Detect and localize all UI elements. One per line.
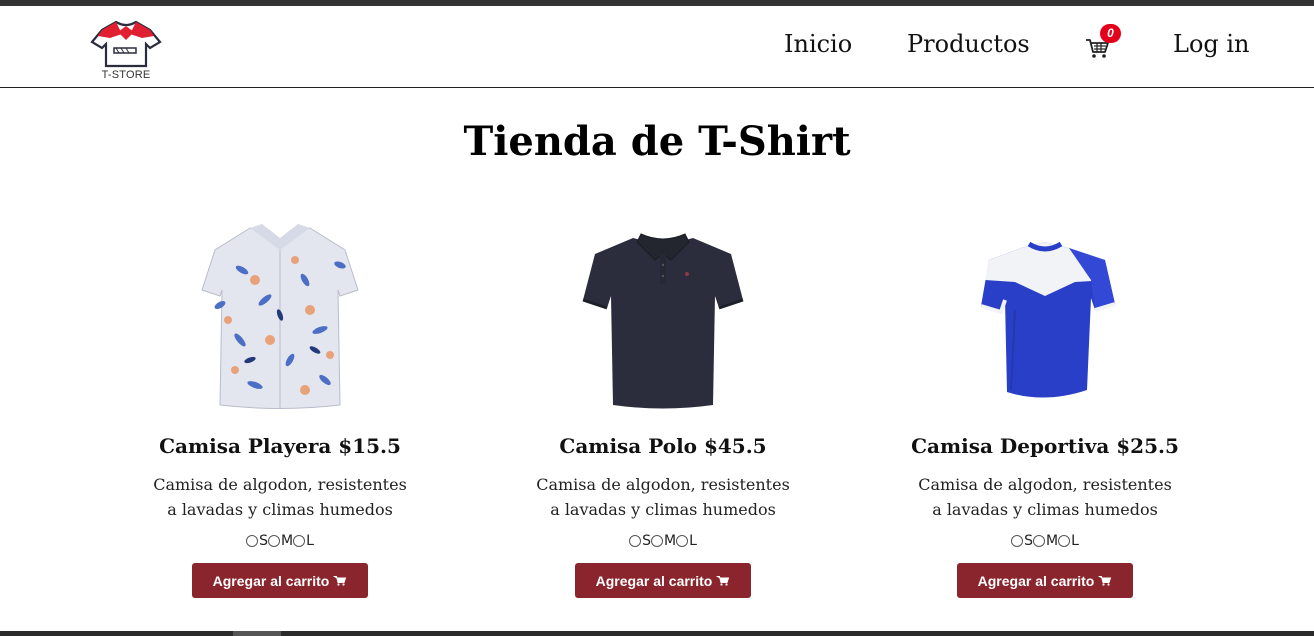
cart-icon xyxy=(333,576,347,586)
radio-icon[interactable] xyxy=(1032,535,1045,547)
size-radio-s[interactable]: S xyxy=(1011,533,1033,549)
horizontal-scrollbar[interactable] xyxy=(0,631,1314,636)
product-name: Camisa Playera $15.5 xyxy=(159,434,401,458)
scrollbar-thumb[interactable] xyxy=(233,631,281,636)
radio-icon[interactable] xyxy=(1058,535,1071,547)
floral-shirt-image xyxy=(201,224,359,409)
product-card: Camisa Polo $45.5 Camisa de algodon, res… xyxy=(498,220,828,610)
radio-icon[interactable] xyxy=(629,535,642,547)
cart-icon xyxy=(1098,576,1112,586)
size-options: SML xyxy=(115,533,445,551)
page-title: Tienda de T-Shirt xyxy=(463,118,851,165)
size-radio-l[interactable]: L xyxy=(676,533,697,549)
size-radio-m[interactable]: M xyxy=(650,533,676,549)
size-options: SML xyxy=(498,533,828,551)
product-card: Camisa Deportiva $25.5 Camisa de algodon… xyxy=(880,220,1210,610)
radio-icon[interactable] xyxy=(267,535,280,547)
site-header: T-STORE Inicio Productos 0 Log in xyxy=(0,6,1314,88)
blue-sport-jersey-image xyxy=(980,241,1116,398)
radio-icon[interactable] xyxy=(676,535,689,547)
logo-text: T-STORE xyxy=(101,69,151,81)
size-radio-m[interactable]: M xyxy=(1032,533,1058,549)
product-name: Camisa Polo $45.5 xyxy=(559,434,767,458)
add-to-cart-button[interactable]: Agregar al carrito xyxy=(192,563,368,598)
add-to-cart-button[interactable]: Agregar al carrito xyxy=(575,563,751,598)
product-name: Camisa Deportiva $25.5 xyxy=(911,434,1179,458)
product-card: Camisa Playera $15.5 Camisa de algodon, … xyxy=(115,220,445,610)
size-radio-m[interactable]: M xyxy=(267,533,293,549)
product-description: Camisa de algodon, resistentes a lavadas… xyxy=(153,475,407,519)
nav-inicio-link[interactable]: Inicio xyxy=(784,30,852,58)
radio-icon[interactable] xyxy=(650,535,663,547)
size-radio-s[interactable]: S xyxy=(246,533,268,549)
store-logo[interactable]: T-STORE xyxy=(88,18,164,84)
product-description: Camisa de algodon, resistentes a lavadas… xyxy=(536,475,790,519)
radio-icon[interactable] xyxy=(1011,535,1024,547)
add-to-cart-button[interactable]: Agregar al carrito xyxy=(957,563,1133,598)
size-radio-l[interactable]: L xyxy=(1058,533,1079,549)
cart-count-badge: 0 xyxy=(1100,24,1121,43)
size-radio-s[interactable]: S xyxy=(629,533,651,549)
size-radio-l[interactable]: L xyxy=(293,533,314,549)
cart-icon xyxy=(716,576,730,586)
product-description: Camisa de algodon, resistentes a lavadas… xyxy=(918,475,1172,519)
size-options: SML xyxy=(880,533,1210,551)
tshirt-logo-icon xyxy=(90,20,162,68)
radio-icon[interactable] xyxy=(293,535,306,547)
navy-polo-shirt-image xyxy=(582,233,744,409)
radio-icon[interactable] xyxy=(246,535,259,547)
nav-login-link[interactable]: Log in xyxy=(1173,30,1250,58)
nav-productos-link[interactable]: Productos xyxy=(907,30,1030,58)
